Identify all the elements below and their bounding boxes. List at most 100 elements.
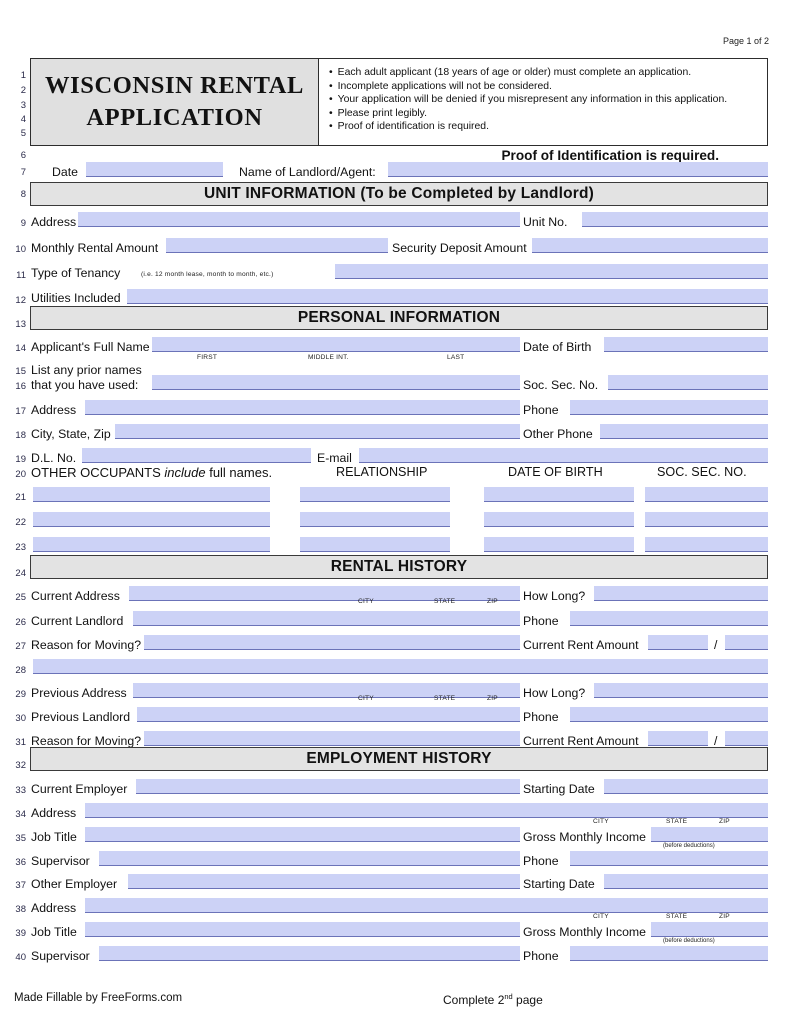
- email-input[interactable]: [359, 448, 768, 463]
- current-landlord-input[interactable]: [133, 611, 520, 626]
- occupant-name-input[interactable]: [33, 487, 270, 502]
- city-state-zip-input[interactable]: [115, 424, 520, 439]
- section-header-rental-history: RENTAL HISTORY: [30, 555, 768, 579]
- other-employment-address-label: Address: [31, 901, 77, 915]
- other-gross-monthly-income-label: Gross Monthly Income: [523, 925, 647, 939]
- employment-address-input[interactable]: [85, 803, 768, 818]
- reason-for-moving-continuation-input[interactable]: [33, 659, 768, 674]
- line-number: 23: [15, 542, 26, 553]
- other-phone-input[interactable]: [600, 424, 768, 439]
- prev-rental-phone-input[interactable]: [570, 707, 768, 722]
- unit-address-input[interactable]: [78, 212, 520, 227]
- instruction-item: Each adult applicant (18 years of age or…: [329, 66, 759, 80]
- monthly-rental-label: Monthly Rental Amount: [31, 241, 159, 255]
- form-title: WISCONSIN RENTAL APPLICATION: [31, 59, 319, 145]
- occupant-relationship-input[interactable]: [300, 512, 450, 527]
- form-title-box: WISCONSIN RENTAL APPLICATION Each adult …: [30, 58, 768, 146]
- occupant-ssn-input[interactable]: [645, 487, 768, 502]
- current-rent-amount-input[interactable]: [648, 635, 708, 650]
- other-employment-phone-label: Phone: [523, 949, 559, 963]
- occupant-relationship-input[interactable]: [300, 537, 450, 552]
- how-long-input[interactable]: [594, 586, 768, 601]
- other-occupants-heading-a: OTHER OCCUPANTS: [31, 465, 165, 480]
- supervisor-input[interactable]: [99, 851, 520, 866]
- date-of-birth-input[interactable]: [604, 337, 768, 352]
- reason-for-moving-input[interactable]: [144, 635, 520, 650]
- previous-landlord-input[interactable]: [137, 707, 520, 722]
- starting-date-label: Starting Date: [523, 782, 595, 796]
- drivers-license-label: D.L. No.: [31, 451, 77, 465]
- rental-application-page: Page 1 of 2 WISCONSIN RENTAL APPLICATION…: [0, 0, 787, 1024]
- applicant-full-name-input[interactable]: [152, 337, 520, 352]
- footer-complete-second-page: Complete 2nd page: [443, 993, 543, 1006]
- other-gross-monthly-income-input[interactable]: [651, 922, 768, 937]
- prior-names-label-line2: that you have used:: [31, 378, 139, 392]
- other-supervisor-label: Supervisor: [31, 949, 90, 963]
- occupant-dob-input[interactable]: [484, 537, 634, 552]
- unit-no-input[interactable]: [582, 212, 768, 227]
- date-input[interactable]: [86, 162, 223, 177]
- job-title-input[interactable]: [85, 827, 520, 842]
- other-phone-label: Other Phone: [523, 427, 593, 441]
- occupant-name-input[interactable]: [33, 512, 270, 527]
- line-number: 21: [15, 492, 26, 503]
- drivers-license-input[interactable]: [82, 448, 311, 463]
- line-number: 9: [20, 218, 26, 229]
- monthly-rental-input[interactable]: [166, 238, 388, 253]
- other-employment-address-input[interactable]: [85, 898, 768, 913]
- other-starting-date-input[interactable]: [604, 874, 768, 889]
- security-deposit-input[interactable]: [532, 238, 768, 253]
- current-employer-input[interactable]: [136, 779, 520, 794]
- occupant-ssn-input[interactable]: [645, 512, 768, 527]
- type-of-tenancy-input[interactable]: [335, 264, 768, 279]
- rental-sublabel-city: CITY: [358, 598, 374, 605]
- form-title-line2: APPLICATION: [86, 104, 263, 131]
- rental-phone-input[interactable]: [570, 611, 768, 626]
- ssn-label: Soc. Sec. No.: [523, 378, 599, 392]
- current-address-label: Current Address: [31, 589, 120, 603]
- starting-date-input[interactable]: [604, 779, 768, 794]
- gross-monthly-income-input[interactable]: [651, 827, 768, 842]
- other-employment-sublabel-city: CITY: [593, 913, 609, 920]
- utilities-included-input[interactable]: [127, 289, 768, 304]
- prev-current-rent-separator: /: [714, 734, 718, 748]
- occupant-ssn-input[interactable]: [645, 537, 768, 552]
- other-employer-input[interactable]: [128, 874, 520, 889]
- other-occupants-heading-italic: include: [164, 465, 206, 480]
- current-address-input[interactable]: [129, 586, 520, 601]
- ssn-input[interactable]: [608, 375, 768, 390]
- other-employment-sublabel-zip: ZIP: [719, 913, 730, 920]
- occupants-column-date-of-birth: DATE OF BIRTH: [508, 465, 603, 479]
- occupant-name-input[interactable]: [33, 537, 270, 552]
- type-of-tenancy-hint: (i.e. 12 month lease, month to month, et…: [141, 271, 274, 278]
- previous-address-input[interactable]: [133, 683, 520, 698]
- line-number: 24: [15, 568, 26, 579]
- occupant-dob-input[interactable]: [484, 512, 634, 527]
- line-number: 10: [15, 244, 26, 255]
- current-rent-amount-label: Current Rent Amount: [523, 638, 639, 652]
- line-number: 39: [15, 928, 26, 939]
- section-header-employment-history: EMPLOYMENT HISTORY: [30, 747, 768, 771]
- gross-monthly-income-label: Gross Monthly Income: [523, 830, 647, 844]
- personal-phone-input[interactable]: [570, 400, 768, 415]
- occupant-relationship-input[interactable]: [300, 487, 450, 502]
- footer-complete-ordinal: nd: [504, 992, 513, 1001]
- prior-names-input[interactable]: [152, 375, 520, 390]
- other-employment-phone-input[interactable]: [570, 946, 768, 961]
- landlord-agent-input[interactable]: [388, 162, 768, 177]
- employment-phone-input[interactable]: [570, 851, 768, 866]
- prev-how-long-input[interactable]: [594, 683, 768, 698]
- other-job-title-input[interactable]: [85, 922, 520, 937]
- prev-current-rent-amount-input[interactable]: [648, 731, 708, 746]
- personal-address-input[interactable]: [85, 400, 520, 415]
- line-number: 30: [15, 713, 26, 724]
- line-number: 22: [15, 517, 26, 528]
- other-occupants-heading-b: full names.: [205, 465, 273, 480]
- rental-sublabel-state: STATE: [434, 598, 456, 605]
- prev-reason-for-moving-input[interactable]: [144, 731, 520, 746]
- occupant-dob-input[interactable]: [484, 487, 634, 502]
- other-supervisor-input[interactable]: [99, 946, 520, 961]
- prev-rental-sublabel-zip: ZIP: [487, 695, 498, 702]
- prev-current-rent-period-input[interactable]: [725, 731, 768, 746]
- current-rent-period-input[interactable]: [725, 635, 768, 650]
